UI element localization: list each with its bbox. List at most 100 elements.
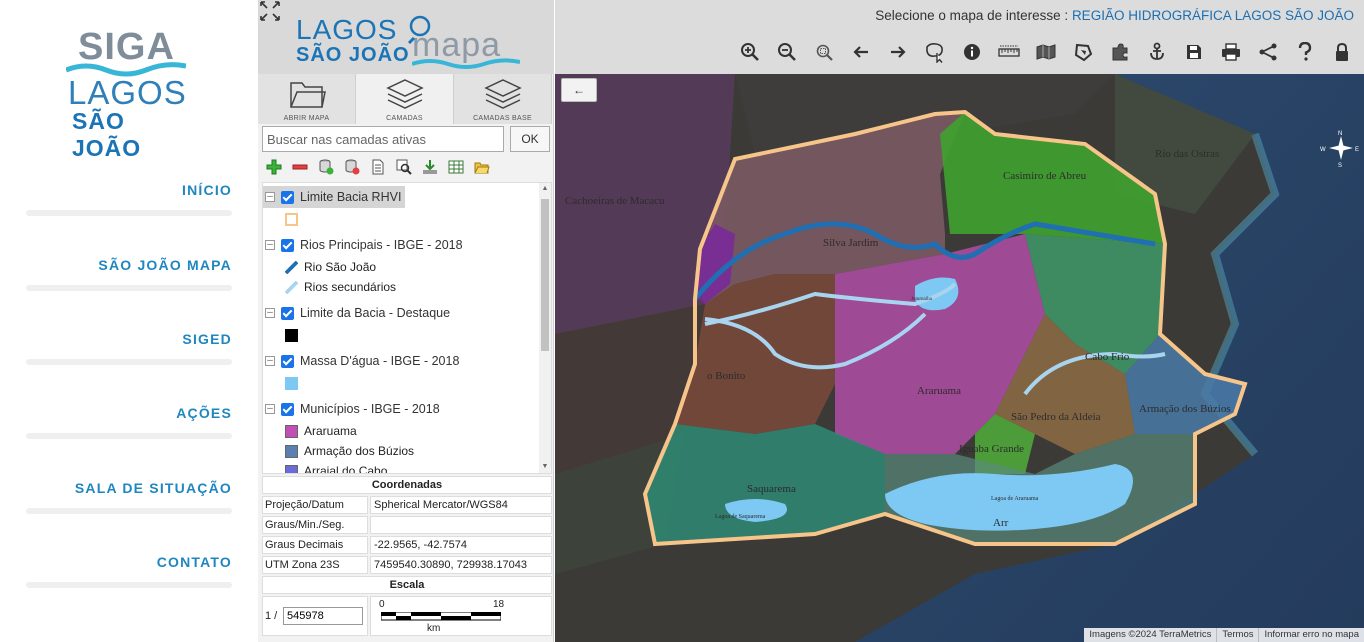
legend-label: Arraial do Cabo: [304, 464, 388, 474]
layer-row[interactable]: – Municípios - IBGE - 2018: [263, 397, 539, 421]
zoom-in-icon[interactable]: [731, 38, 768, 66]
nav-acoes[interactable]: AÇÕES: [24, 405, 232, 445]
scroll-down-icon[interactable]: ▼: [539, 461, 551, 473]
map-back-button[interactable]: ←: [561, 78, 597, 102]
scale-input[interactable]: [283, 607, 363, 625]
forward-arrow-icon[interactable]: [879, 38, 916, 66]
info-icon[interactable]: [953, 38, 990, 66]
nav-label[interactable]: SÃO JOÃO MAPA: [24, 257, 232, 273]
layer-checkbox[interactable]: [281, 354, 294, 368]
legend-swatch: [285, 328, 298, 342]
attribute-table-icon[interactable]: [446, 157, 466, 177]
attribution-terms-link[interactable]: Termos: [1216, 628, 1258, 642]
nav-label[interactable]: SALA DE SITUAÇÃO: [24, 480, 232, 496]
nav-divider: [26, 210, 232, 216]
layer-tree-scrollbar[interactable]: ▲ ▼: [539, 183, 551, 473]
label-rio-das-ostras: Rio das Ostras: [1155, 148, 1219, 160]
nav-inicio[interactable]: INÍCIO: [24, 182, 232, 222]
attribution-report-link[interactable]: Informar erro no mapa: [1258, 628, 1364, 642]
nav-siged[interactable]: SIGED: [24, 331, 232, 371]
remove-database-icon[interactable]: [342, 157, 362, 177]
coord-key: UTM Zona 23S: [262, 556, 368, 574]
tab-camadas[interactable]: CAMADAS: [356, 74, 454, 124]
layer-search-input[interactable]: [262, 126, 504, 152]
select-area-icon[interactable]: [916, 38, 953, 66]
layer-panel: LAGOS SÃO JOÃO mapa ABRIR MAPA CAMADAS C…: [258, 0, 554, 642]
nav-label[interactable]: CONTATO: [24, 554, 232, 570]
compass-s: S: [1338, 163, 1342, 169]
siga-logo[interactable]: SIGA LAGOS SÃO JOÃO: [60, 22, 200, 161]
zoom-out-icon[interactable]: [768, 38, 805, 66]
collapse-icon[interactable]: –: [265, 240, 275, 250]
collapse-icon[interactable]: –: [265, 308, 275, 318]
puzzle-icon[interactable]: [1101, 38, 1138, 66]
layer-row[interactable]: – Limite da Bacia - Destaque: [263, 301, 539, 325]
layer-row[interactable]: – Massa D'água - IBGE - 2018: [263, 349, 539, 373]
legend-swatch: [285, 444, 298, 458]
folder-icon: [290, 82, 326, 108]
document-icon[interactable]: [368, 157, 388, 177]
expand-icon[interactable]: [259, 0, 281, 22]
tab-camadas-base[interactable]: CAMADAS BASE: [454, 74, 552, 124]
layer-label: Rios Principais - IBGE - 2018: [300, 238, 463, 252]
nav-divider: [26, 359, 232, 365]
layer-row[interactable]: – Limite Bacia RHVI: [263, 185, 539, 209]
collapse-icon[interactable]: –: [265, 356, 275, 366]
scroll-up-icon[interactable]: ▲: [539, 183, 551, 195]
print-icon[interactable]: [1212, 38, 1249, 66]
label-araruama: Araruama: [917, 385, 961, 397]
label-cabo-frio: Cabo Frio: [1085, 351, 1130, 363]
nav-contato[interactable]: CONTATO: [24, 554, 232, 594]
collapse-icon[interactable]: –: [265, 192, 275, 202]
compass-w: W: [1320, 147, 1326, 153]
layer-checkbox[interactable]: [281, 306, 294, 320]
search-ok-button[interactable]: OK: [510, 126, 550, 152]
map-selector[interactable]: Selecione o mapa de interesse : REGIÃO H…: [875, 8, 1354, 23]
layer-checkbox[interactable]: [281, 402, 294, 416]
map-rendering: Casimiro de Abreu Silva Jardim Cachoeira…: [555, 74, 1364, 642]
zoom-to-layer-icon[interactable]: [394, 157, 414, 177]
layer-row-inner: – Limite Bacia RHVI: [263, 186, 406, 208]
coord-value: [370, 516, 552, 534]
layer-row[interactable]: – Rios Principais - IBGE - 2018: [263, 233, 539, 257]
nav-label[interactable]: AÇÕES: [24, 405, 232, 421]
add-layer-icon[interactable]: [264, 157, 284, 177]
site-navigation: SIGA LAGOS SÃO JOÃO INÍCIO SÃO JOÃO MAPA…: [0, 0, 258, 642]
scale-bar-end: 18: [493, 599, 505, 610]
layer-group-massa-dagua: – Massa D'água - IBGE - 2018: [263, 349, 539, 393]
save-icon[interactable]: [1175, 38, 1212, 66]
app-logo-sao-joao: SÃO JOÃO: [296, 44, 410, 66]
layer-checkbox[interactable]: [281, 238, 294, 252]
tab-abrir-mapa[interactable]: ABRIR MAPA: [258, 74, 356, 124]
label-lagoa-araruama: Lagoa de Araruama: [991, 496, 1039, 502]
nav-label[interactable]: INÍCIO: [24, 182, 232, 198]
nav-sao-joao-mapa[interactable]: SÃO JOÃO MAPA: [24, 257, 232, 297]
label-saquarema: Saquarema: [747, 483, 796, 495]
nav-sala-de-situacao[interactable]: SALA DE SITUAÇÃO: [24, 480, 232, 520]
map-canvas[interactable]: Casimiro de Abreu Silva Jardim Cachoeira…: [555, 74, 1364, 642]
legend-label: Rio São João: [304, 260, 377, 274]
coord-key: Projeção/Datum: [262, 496, 368, 514]
lock-icon[interactable]: [1323, 38, 1360, 66]
share-icon[interactable]: [1249, 38, 1286, 66]
help-icon[interactable]: [1286, 38, 1323, 66]
download-icon[interactable]: [420, 157, 440, 177]
anchor-icon[interactable]: [1138, 38, 1175, 66]
polygon-icon[interactable]: [1064, 38, 1101, 66]
legend-item: Arraial do Cabo: [263, 461, 539, 474]
remove-layer-icon[interactable]: [290, 157, 310, 177]
measure-icon[interactable]: [990, 38, 1027, 66]
add-database-icon[interactable]: [316, 157, 336, 177]
tab-label: CAMADAS BASE: [473, 115, 532, 122]
map-selector-value[interactable]: REGIÃO HIDROGRÁFICA LAGOS SÃO JOÃO: [1072, 8, 1354, 23]
layer-checkbox[interactable]: [281, 190, 294, 204]
collapse-icon[interactable]: –: [265, 404, 275, 414]
tab-label: ABRIR MAPA: [283, 115, 330, 122]
nav-label[interactable]: SIGED: [24, 331, 232, 347]
open-folder-icon[interactable]: [472, 157, 492, 177]
scrollbar-thumb[interactable]: [541, 199, 549, 351]
back-arrow-icon[interactable]: [842, 38, 879, 66]
map-layers-icon[interactable]: [1027, 38, 1064, 66]
layers-icon: [386, 79, 424, 109]
zoom-box-icon[interactable]: [805, 38, 842, 66]
